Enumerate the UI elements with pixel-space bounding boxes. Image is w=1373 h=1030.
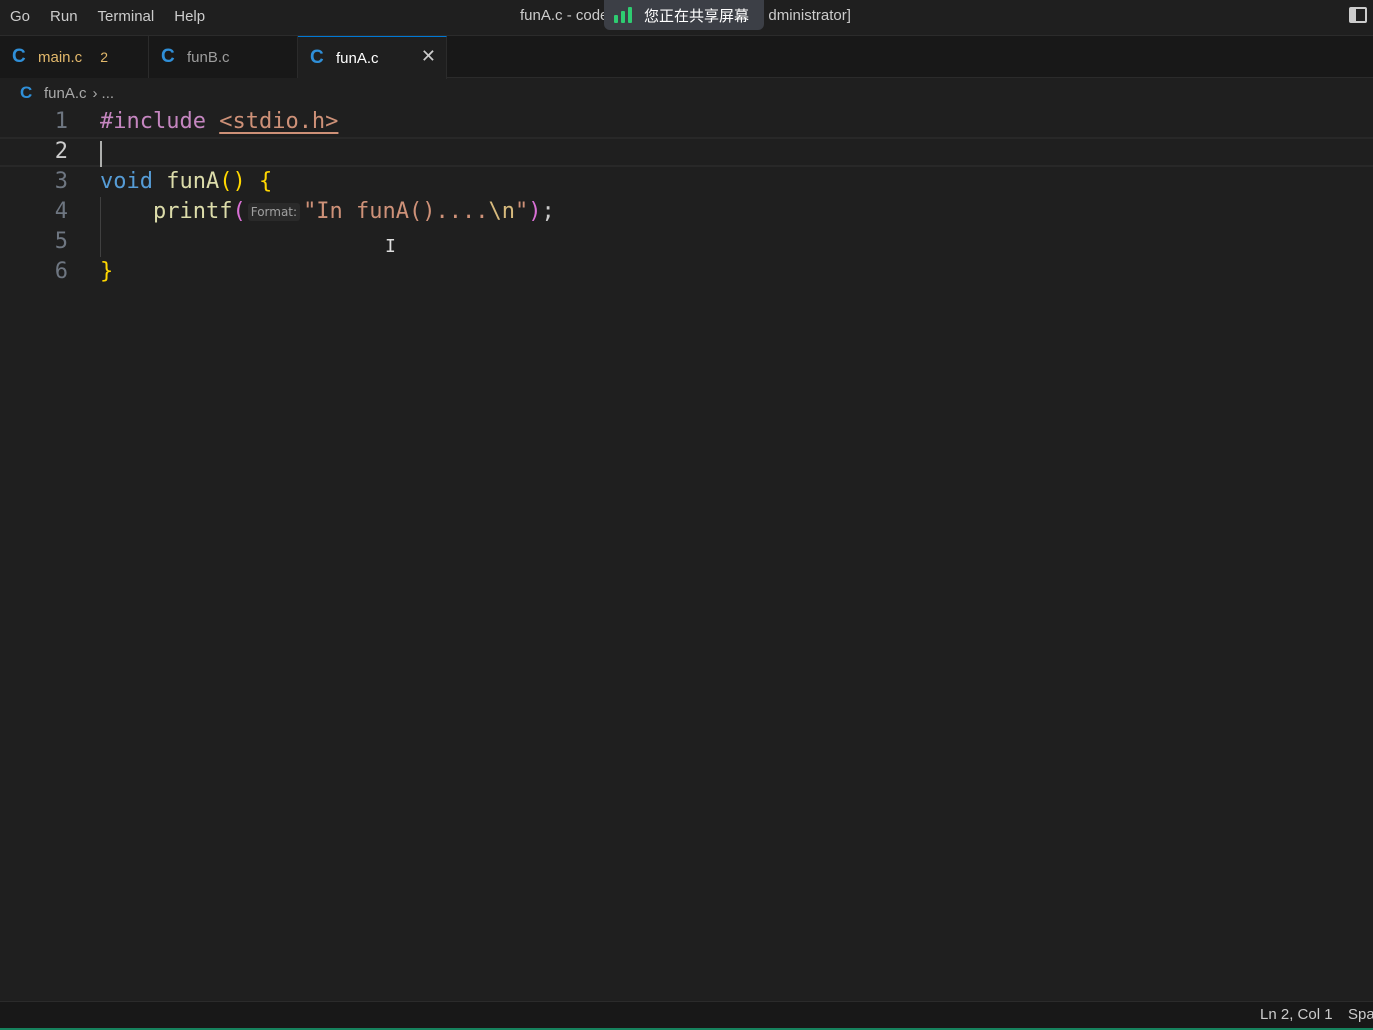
- parentheses: (): [219, 169, 246, 194]
- menu-terminal[interactable]: Terminal: [88, 0, 165, 34]
- function-call: printf: [152, 199, 233, 224]
- include-header-link[interactable]: <stdio.h>: [219, 109, 338, 134]
- problem-count-badge: 2: [100, 49, 108, 65]
- breadcrumb: C funA.c › ...: [0, 80, 1373, 106]
- title-bar: Go Run Terminal Help funA.c - code dminis…: [0, 0, 1373, 36]
- string-end: ": [515, 199, 529, 224]
- function-name: funA: [166, 169, 220, 194]
- menu-help[interactable]: Help: [164, 0, 215, 34]
- window-title-left: funA.c - code: [520, 7, 609, 24]
- signal-bars-icon: [614, 7, 632, 23]
- c-language-icon: C: [161, 46, 175, 67]
- semicolon: ;: [541, 199, 555, 224]
- status-bar: Ln 2, Col 1 Spa: [0, 1001, 1373, 1030]
- tab-label: funB.c: [187, 48, 230, 66]
- c-language-icon: C: [310, 47, 324, 68]
- code-line[interactable]: 1 #include <stdio.h>: [0, 107, 1373, 137]
- menu-go[interactable]: Go: [0, 0, 40, 34]
- open-brace: {: [258, 169, 273, 194]
- string-literal: "In funA()....: [303, 199, 489, 224]
- breadcrumb-file[interactable]: funA.c: [44, 85, 87, 102]
- menu-run[interactable]: Run: [40, 0, 88, 34]
- menu-bar: Go Run Terminal Help: [0, 0, 215, 34]
- code-line[interactable]: 4 printf(Format: "In funA()....\n");: [0, 197, 1373, 227]
- tab-funb-c[interactable]: C funB.c: [149, 36, 298, 78]
- preprocessor-directive: #include: [100, 109, 206, 134]
- breadcrumb-more[interactable]: ...: [102, 85, 115, 102]
- line-number: 3: [54, 169, 68, 194]
- keyword: void: [100, 169, 153, 194]
- close-brace: }: [100, 259, 114, 284]
- line-number: 1: [54, 109, 68, 134]
- code-editor[interactable]: 1 #include <stdio.h> 2 3 void funA() { 4…: [0, 107, 1373, 1001]
- code-line[interactable]: 5: [0, 227, 1373, 257]
- line-number: 4: [54, 199, 68, 224]
- c-language-icon: C: [12, 46, 26, 67]
- close-icon[interactable]: ✕: [421, 46, 436, 67]
- mouse-ibeam-cursor-icon: I: [385, 236, 396, 257]
- escape-sequence: \n: [488, 199, 516, 224]
- inlay-hint: Format:: [247, 203, 301, 221]
- line-number-active: 2: [54, 139, 68, 164]
- tab-main-c[interactable]: C main.c 2: [0, 36, 149, 78]
- tab-label: main.c: [38, 48, 83, 66]
- c-language-icon: C: [20, 83, 33, 102]
- screen-share-text: 您正在共享屏幕: [644, 7, 750, 25]
- open-paren: (: [232, 199, 246, 224]
- line-number: 5: [54, 229, 68, 254]
- text-cursor: [100, 141, 102, 167]
- editor-tabs: C main.c 2 C funB.c C funA.c ✕: [0, 36, 1373, 79]
- cursor-position-status[interactable]: Ln 2, Col 1: [1260, 1006, 1333, 1023]
- window-title-right: dministrator]: [768, 7, 851, 24]
- screen-share-indicator[interactable]: 您正在共享屏幕: [604, 0, 764, 30]
- close-paren: ): [528, 199, 542, 224]
- tab-funa-c[interactable]: C funA.c ✕: [298, 36, 447, 79]
- code-line[interactable]: 6 }: [0, 257, 1373, 287]
- code-line-current[interactable]: 2: [0, 137, 1373, 167]
- chevron-right-icon: ›: [92, 84, 98, 102]
- code-line[interactable]: 3 void funA() {: [0, 167, 1373, 197]
- line-number: 6: [54, 259, 68, 284]
- tab-label: funA.c: [336, 49, 379, 67]
- toggle-sidebar-icon[interactable]: [1349, 7, 1367, 23]
- indentation-status[interactable]: Spa: [1348, 1006, 1373, 1023]
